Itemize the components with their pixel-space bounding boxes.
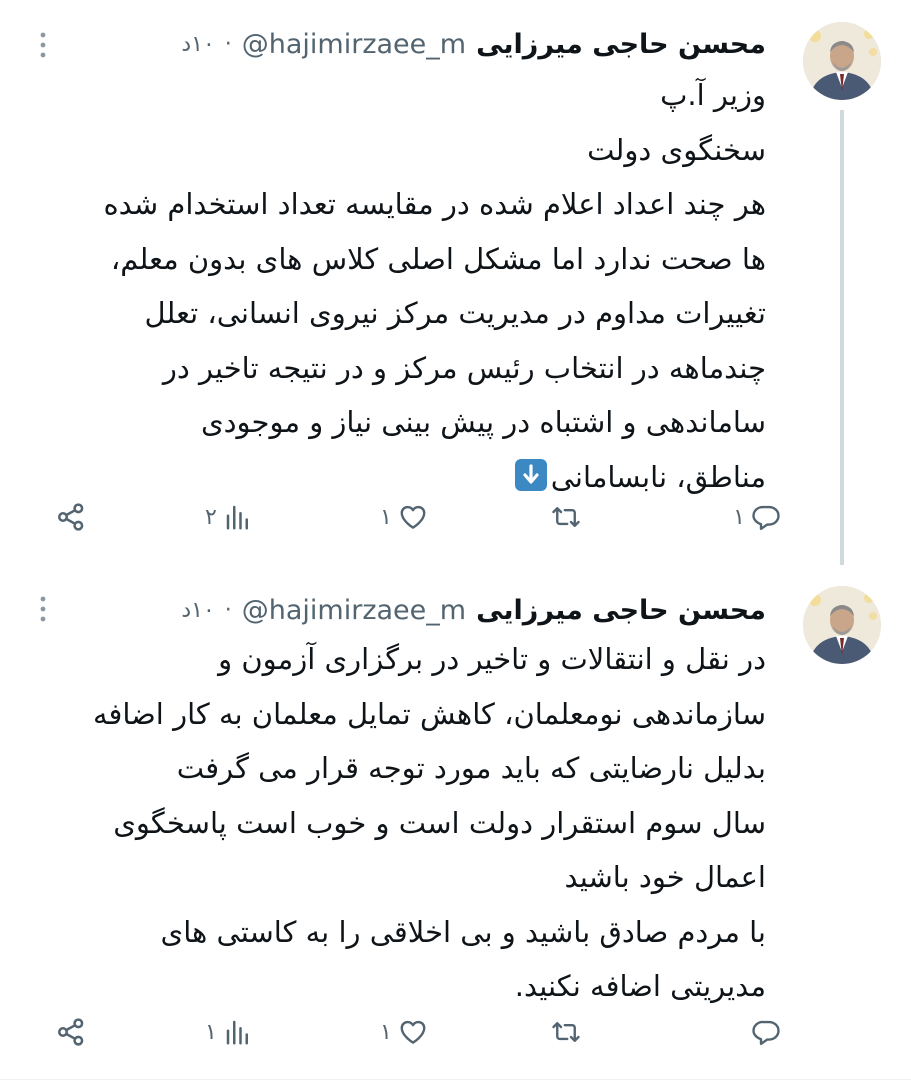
views-button[interactable]: ۲ — [205, 497, 253, 537]
like-count: ۱ — [380, 504, 392, 530]
like-button[interactable]: ۱ — [380, 497, 428, 537]
reply-button[interactable] — [745, 1012, 781, 1052]
author-name[interactable]: محسن حاجی میرزایی — [476, 29, 766, 60]
tweet-text: در نقل و انتقالات و تاخیر در برگزاری آزم… — [30, 632, 766, 1014]
tweet-text-line: بدلیل نارضایتی که باید مورد توجه قرار می… — [176, 751, 766, 785]
tweet-text-line: مدیریتی اضافه نکنید. — [514, 969, 766, 1003]
tweet-text-line: چندماهه در انتخاب رئیس مرکز و در نتیجه ت… — [162, 350, 766, 385]
avatar[interactable] — [803, 586, 881, 664]
separator-dot: · — [224, 31, 232, 57]
avatar[interactable] — [803, 22, 881, 100]
reply-count: ۱ — [733, 504, 745, 530]
tweet-text-line: هر چند اعداد اعلام شده در مقایسه تعداد ا… — [103, 187, 766, 221]
tweet-text-line: در نقل و انتقالات و تاخیر در برگزاری آزم… — [218, 642, 766, 676]
avatar-photo — [803, 586, 881, 664]
tweet-text-line: سازماندهی نومعلمان، کاهش تمایل معلمان به… — [92, 696, 766, 731]
share-icon — [58, 503, 84, 531]
share-button[interactable] — [55, 1012, 87, 1052]
down-arrow-emoji-icon — [514, 458, 547, 491]
tweet-text-line-last: مناطق، نابسامانی — [30, 450, 766, 505]
tweet-text-line: با مردم صادق باشید و بی اخلاقی را به کاس… — [160, 914, 767, 949]
views-button[interactable]: ۱ — [205, 1012, 253, 1052]
share-icon — [58, 1018, 84, 1046]
more-vertical-icon[interactable] — [36, 594, 50, 624]
tweet-text-line: وزیر آ.پ — [660, 78, 766, 112]
heart-icon — [400, 1020, 426, 1044]
separator-dot: · — [224, 597, 232, 623]
tweet-text: وزیر آ.پ سخنگوی دولت هر چند اعداد اعلام … — [30, 68, 766, 504]
author-handle[interactable]: @hajimirzaee_m — [242, 595, 466, 626]
more-vertical-icon[interactable] — [36, 30, 50, 60]
reply-icon — [752, 505, 780, 531]
heart-icon — [400, 505, 426, 529]
author-name[interactable]: محسن حاجی میرزایی — [476, 595, 766, 626]
tweet-header: محسن حاجی میرزایی @hajimirzaee_m · ۱۰د — [181, 590, 766, 630]
retweet-icon — [552, 1022, 580, 1042]
tweet-text-line: ساماندهی و اشتباه در پیش بینی نیاز و موج… — [200, 405, 766, 439]
tweet-actions: ۱ ۱ — [30, 1012, 781, 1052]
views-icon — [226, 1020, 248, 1045]
like-button[interactable]: ۱ — [380, 1012, 428, 1052]
reply-button[interactable]: ۱ — [733, 497, 781, 537]
views-count: ۲ — [205, 504, 217, 530]
thread-line — [840, 110, 844, 565]
retweet-button[interactable] — [550, 497, 588, 537]
retweet-button[interactable] — [550, 1012, 588, 1052]
tweet-text-line: سال سوم استقرار دولت است و خوب است پاسخگ… — [113, 805, 766, 840]
tweet-text-fragment: مناطق، نابسامانی — [550, 459, 766, 494]
tweet-text-line: تغییرات مداوم در مدیریت مرکز نیروی انسان… — [144, 296, 766, 330]
tweet[interactable]: محسن حاجی میرزایی @hajimirzaee_m · ۱۰د و… — [0, 0, 911, 565]
like-count: ۱ — [380, 1019, 392, 1045]
tweet-time[interactable]: ۱۰د — [181, 32, 214, 57]
views-count: ۱ — [205, 1019, 217, 1045]
tweet-text-line: سخنگوی دولت — [587, 132, 766, 167]
tweet-text-line: ها صحت ندارد اما مشکل اصلی کلاس های بدون… — [110, 241, 766, 276]
author-handle[interactable]: @hajimirzaee_m — [242, 29, 466, 60]
reply-icon — [752, 1020, 780, 1046]
tweet-text-line: اعمال خود باشید — [564, 860, 766, 894]
tweet[interactable]: محسن حاجی میرزایی @hajimirzaee_m · ۱۰د د… — [0, 560, 911, 1080]
retweet-icon — [552, 507, 580, 527]
share-button[interactable] — [55, 497, 87, 537]
tweet-time[interactable]: ۱۰د — [181, 598, 214, 623]
tweet-header: محسن حاجی میرزایی @hajimirzaee_m · ۱۰د — [181, 24, 766, 64]
avatar-photo — [803, 22, 881, 100]
tweet-actions: ۱ ۱ ۲ — [30, 497, 781, 537]
views-icon — [226, 505, 248, 530]
